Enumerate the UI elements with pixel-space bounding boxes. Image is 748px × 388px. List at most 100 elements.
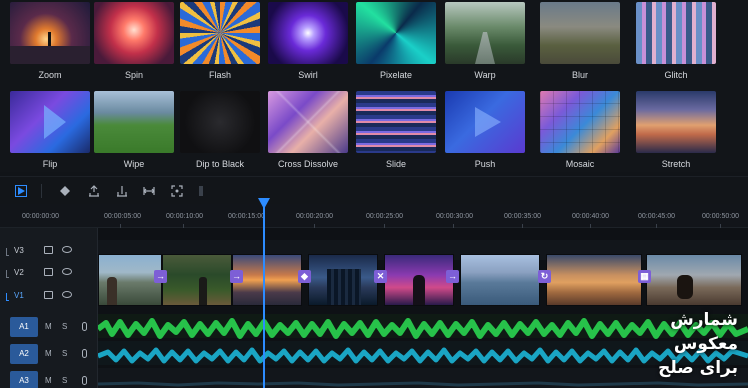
transitions-panel: Zoom Spin Flash Swirl Pixelate Warp Blur… xyxy=(0,0,748,172)
solo-button[interactable]: S xyxy=(62,322,67,331)
transition-marker[interactable]: → xyxy=(154,270,167,283)
eye-icon[interactable] xyxy=(62,268,72,275)
video-clip[interactable] xyxy=(546,254,642,306)
transition-label: Blur xyxy=(571,70,588,80)
lock-icon[interactable] xyxy=(6,293,9,301)
timecode: 00:00:35:00 xyxy=(504,213,541,220)
transition-marker[interactable]: ✕ xyxy=(374,270,387,283)
split-icon[interactable] xyxy=(87,184,101,198)
transition-stretch[interactable]: Stretch xyxy=(636,91,716,169)
slide-thumbnail xyxy=(356,91,436,153)
transition-blur[interactable]: Blur xyxy=(540,2,620,80)
timecode: 00:00:30:00 xyxy=(436,213,473,220)
flip-thumbnail xyxy=(10,91,90,153)
track-header-a2[interactable]: A2 M S xyxy=(0,341,98,365)
transition-flip[interactable]: Flip xyxy=(10,91,90,169)
video-clip[interactable] xyxy=(308,254,378,306)
visibility-box-icon[interactable] xyxy=(44,246,53,254)
eye-icon[interactable] xyxy=(62,246,72,253)
transition-label: Cross Dissolve xyxy=(277,159,338,169)
transition-pixelate[interactable]: Pixelate xyxy=(356,2,436,80)
transition-wipe[interactable]: Wipe xyxy=(94,91,174,169)
transition-slide[interactable]: Slide xyxy=(356,91,436,169)
snap-icon[interactable] xyxy=(170,184,184,198)
track-header-a1[interactable]: A1 M S xyxy=(0,314,98,338)
timecode: 00:00:15:00 xyxy=(228,213,265,220)
mute-button[interactable]: M xyxy=(45,376,52,385)
transition-label: Stretch xyxy=(661,159,691,169)
transition-label: Flash xyxy=(208,70,231,80)
microphone-icon[interactable] xyxy=(82,349,87,358)
flash-thumbnail xyxy=(180,2,260,64)
caption-line: معکوس xyxy=(673,334,738,354)
transition-warp[interactable]: Warp xyxy=(445,2,525,80)
transition-marker[interactable]: → xyxy=(446,270,459,283)
transition-label: Dip to Black xyxy=(195,159,245,169)
eye-icon[interactable] xyxy=(62,291,72,298)
track-header-v1[interactable]: V1 xyxy=(0,285,98,307)
timecode: 00:00:50:00 xyxy=(702,213,739,220)
lock-icon[interactable] xyxy=(6,270,9,278)
transition-label: Slide xyxy=(385,159,406,169)
transition-label: Swirl xyxy=(298,70,318,80)
visibility-box-icon[interactable] xyxy=(44,291,53,299)
timecode: 00:00:20:00 xyxy=(296,213,333,220)
marker-icon[interactable] xyxy=(194,184,208,198)
mute-button[interactable]: M xyxy=(45,349,52,358)
video-clip[interactable] xyxy=(98,254,162,306)
push-thumbnail xyxy=(445,91,525,153)
lock-icon[interactable] xyxy=(6,248,9,256)
keyframe-icon[interactable] xyxy=(58,184,72,198)
track-name: V2 xyxy=(14,268,24,277)
transition-marker[interactable]: ◆ xyxy=(298,270,311,283)
video-clip[interactable] xyxy=(162,254,232,306)
trim-icon[interactable] xyxy=(115,184,129,198)
timecode: 00:00:25:00 xyxy=(366,213,403,220)
transition-label: Warp xyxy=(474,70,496,80)
transition-marker[interactable]: ↻ xyxy=(538,270,551,283)
solo-button[interactable]: S xyxy=(62,376,67,385)
track-headers: V3 V2 V1 A1 M S A2 M S A3 M S xyxy=(0,228,98,388)
track-name: A1 xyxy=(10,317,38,337)
dip-to-black-thumbnail xyxy=(180,91,260,153)
transition-mosaic[interactable]: Mosaic xyxy=(540,91,620,169)
visibility-box-icon[interactable] xyxy=(44,268,53,276)
timecode: 00:00:05:00 xyxy=(104,213,141,220)
transition-label: Glitch xyxy=(664,70,688,80)
toolbar-separator xyxy=(41,184,42,198)
timeline-ruler[interactable]: 00:00:00:00 00:00:05:00 00:00:10:00 00:0… xyxy=(0,204,748,228)
track-header-v3[interactable]: V3 xyxy=(0,240,98,262)
microphone-icon[interactable] xyxy=(82,322,87,331)
transition-dip-to-black[interactable]: Dip to Black xyxy=(180,91,260,169)
video-clip[interactable] xyxy=(460,254,540,306)
transition-marker[interactable]: ▦ xyxy=(638,270,651,283)
track-header-a3[interactable]: A3 M S xyxy=(0,368,98,388)
transition-glitch[interactable]: Glitch xyxy=(636,2,716,80)
track-header-v2[interactable]: V2 xyxy=(0,262,98,284)
transition-flash[interactable]: Flash xyxy=(180,2,260,80)
pixelate-thumbnail xyxy=(356,2,436,64)
microphone-icon[interactable] xyxy=(82,376,87,385)
play-icon[interactable] xyxy=(14,184,28,198)
transition-spin[interactable]: Spin xyxy=(94,2,174,80)
transition-marker[interactable]: → xyxy=(230,270,243,283)
track-name: A3 xyxy=(10,371,38,388)
transition-zoom[interactable]: Zoom xyxy=(10,2,90,80)
warp-thumbnail xyxy=(445,2,525,64)
video-clip[interactable] xyxy=(646,254,742,306)
transition-label: Push xyxy=(474,159,496,169)
transition-label: Mosaic xyxy=(565,159,595,169)
solo-button[interactable]: S xyxy=(62,349,67,358)
timecode: 00:00:10:00 xyxy=(166,213,203,220)
track-name: A2 xyxy=(10,344,38,364)
glitch-thumbnail xyxy=(636,2,716,64)
mute-button[interactable]: M xyxy=(45,322,52,331)
playhead-line[interactable] xyxy=(263,206,265,388)
video-clip[interactable] xyxy=(384,254,454,306)
transition-swirl[interactable]: Swirl xyxy=(268,2,348,80)
transition-push[interactable]: Push xyxy=(445,91,525,169)
playhead-handle[interactable] xyxy=(258,198,270,209)
zoom-fit-icon[interactable] xyxy=(142,184,156,198)
transition-cross-dissolve[interactable]: Cross Dissolve xyxy=(268,91,348,169)
spin-thumbnail xyxy=(94,2,174,64)
